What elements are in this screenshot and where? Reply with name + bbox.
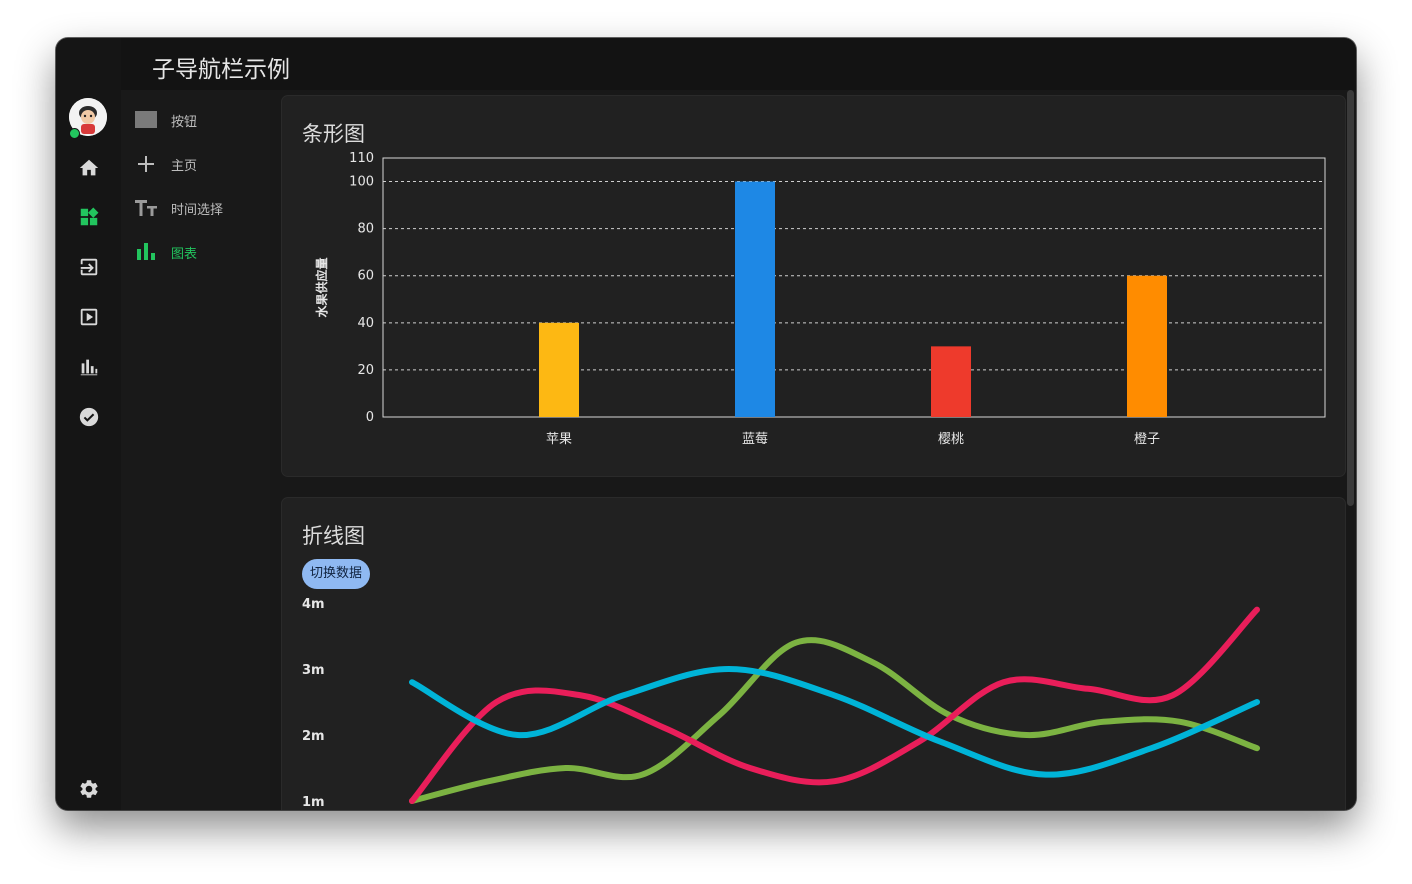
play-box-icon — [80, 308, 98, 326]
rail-widgets-button[interactable] — [76, 204, 102, 230]
y-tick-label: 2m — [302, 729, 325, 744]
series-line — [409, 637, 1260, 804]
y-tick-label: 40 — [357, 316, 374, 331]
subnav-item-label: 时间选择 — [171, 203, 224, 218]
subnav-item-home[interactable]: 主页 — [121, 146, 270, 182]
y-tick-label: 3m — [302, 663, 325, 678]
bar-chart-card: 条形图 0 20 40 60 80 100 110 水果供应量 苹果 蓝莓 樱桃 橙子 — [282, 96, 1345, 476]
bar-chart: 0 20 40 60 80 100 110 水果供应量苹果 蓝莓 樱桃 橙子 — [314, 151, 1326, 447]
home-icon — [79, 159, 99, 176]
y-tick-label: 0 — [366, 410, 374, 425]
sub-navigation: 按钮 主页 时间选择 图表 — [121, 90, 270, 810]
plus-icon — [138, 156, 154, 172]
y-tick-label: 60 — [357, 269, 374, 284]
x-tick-label: 橙子 — [1134, 432, 1160, 447]
subnav-item-label: 按钮 — [171, 115, 198, 130]
app-window: 子导航栏示例 按钮 主页 时间选择 图表 条形图 0 20 40 60 80 100 110… — [56, 38, 1356, 810]
rail-stats-button[interactable] — [76, 354, 102, 380]
navigation-rail — [56, 38, 121, 810]
bar — [735, 181, 775, 417]
line-chart-card: 折线图 切换数据 1m 2m 3m 4m — [282, 498, 1345, 810]
rectangle-icon — [135, 111, 157, 128]
y-tick-label: 20 — [357, 363, 374, 378]
login-icon — [80, 258, 98, 276]
text-size-icon — [135, 200, 157, 216]
subnav-item-time-picker[interactable]: 时间选择 — [121, 190, 270, 226]
rail-input-button[interactable] — [76, 254, 102, 280]
stats-icon — [80, 359, 98, 376]
y-tick-label: 80 — [357, 222, 374, 237]
rail-play-button[interactable] — [76, 304, 102, 330]
bar — [931, 346, 971, 417]
x-tick-label: 蓝莓 — [742, 432, 768, 447]
rail-home-button[interactable] — [76, 155, 102, 181]
settings-button[interactable] — [76, 776, 102, 802]
plot-frame — [382, 157, 1326, 418]
bar — [539, 322, 579, 417]
title-bar: 子导航栏示例 — [121, 38, 1356, 90]
main-content: 条形图 0 20 40 60 80 100 110 水果供应量 苹果 蓝莓 樱桃 橙子 折线图 切换数… — [270, 90, 1356, 810]
online-status-dot — [69, 128, 80, 139]
subnav-item-label: 主页 — [171, 159, 198, 174]
line-chart: 1m 2m 3m 4m — [302, 597, 1260, 810]
content-scrollbar[interactable] — [1347, 90, 1354, 506]
y-axis-label: 水果供应量 — [314, 257, 329, 317]
x-tick-label: 樱桃 — [938, 431, 964, 447]
bar — [1127, 275, 1167, 417]
bar-chart-icon — [137, 243, 155, 260]
check-circle-icon — [79, 407, 99, 427]
gear-icon — [80, 780, 98, 798]
y-tick-label: 4m — [302, 597, 325, 612]
page-title: 子导航栏示例 — [152, 57, 290, 83]
y-tick-label: 1m — [302, 795, 325, 810]
y-tick-label: 110 — [349, 151, 374, 166]
subnav-item-charts[interactable]: 图表 — [121, 234, 270, 270]
y-tick-label: 100 — [349, 175, 374, 190]
rail-check-button[interactable] — [76, 404, 102, 430]
subnav-item-label: 图表 — [171, 247, 198, 262]
x-tick-label: 苹果 — [546, 432, 572, 447]
widgets-icon — [80, 207, 99, 226]
subnav-item-button[interactable]: 按钮 — [121, 102, 270, 138]
